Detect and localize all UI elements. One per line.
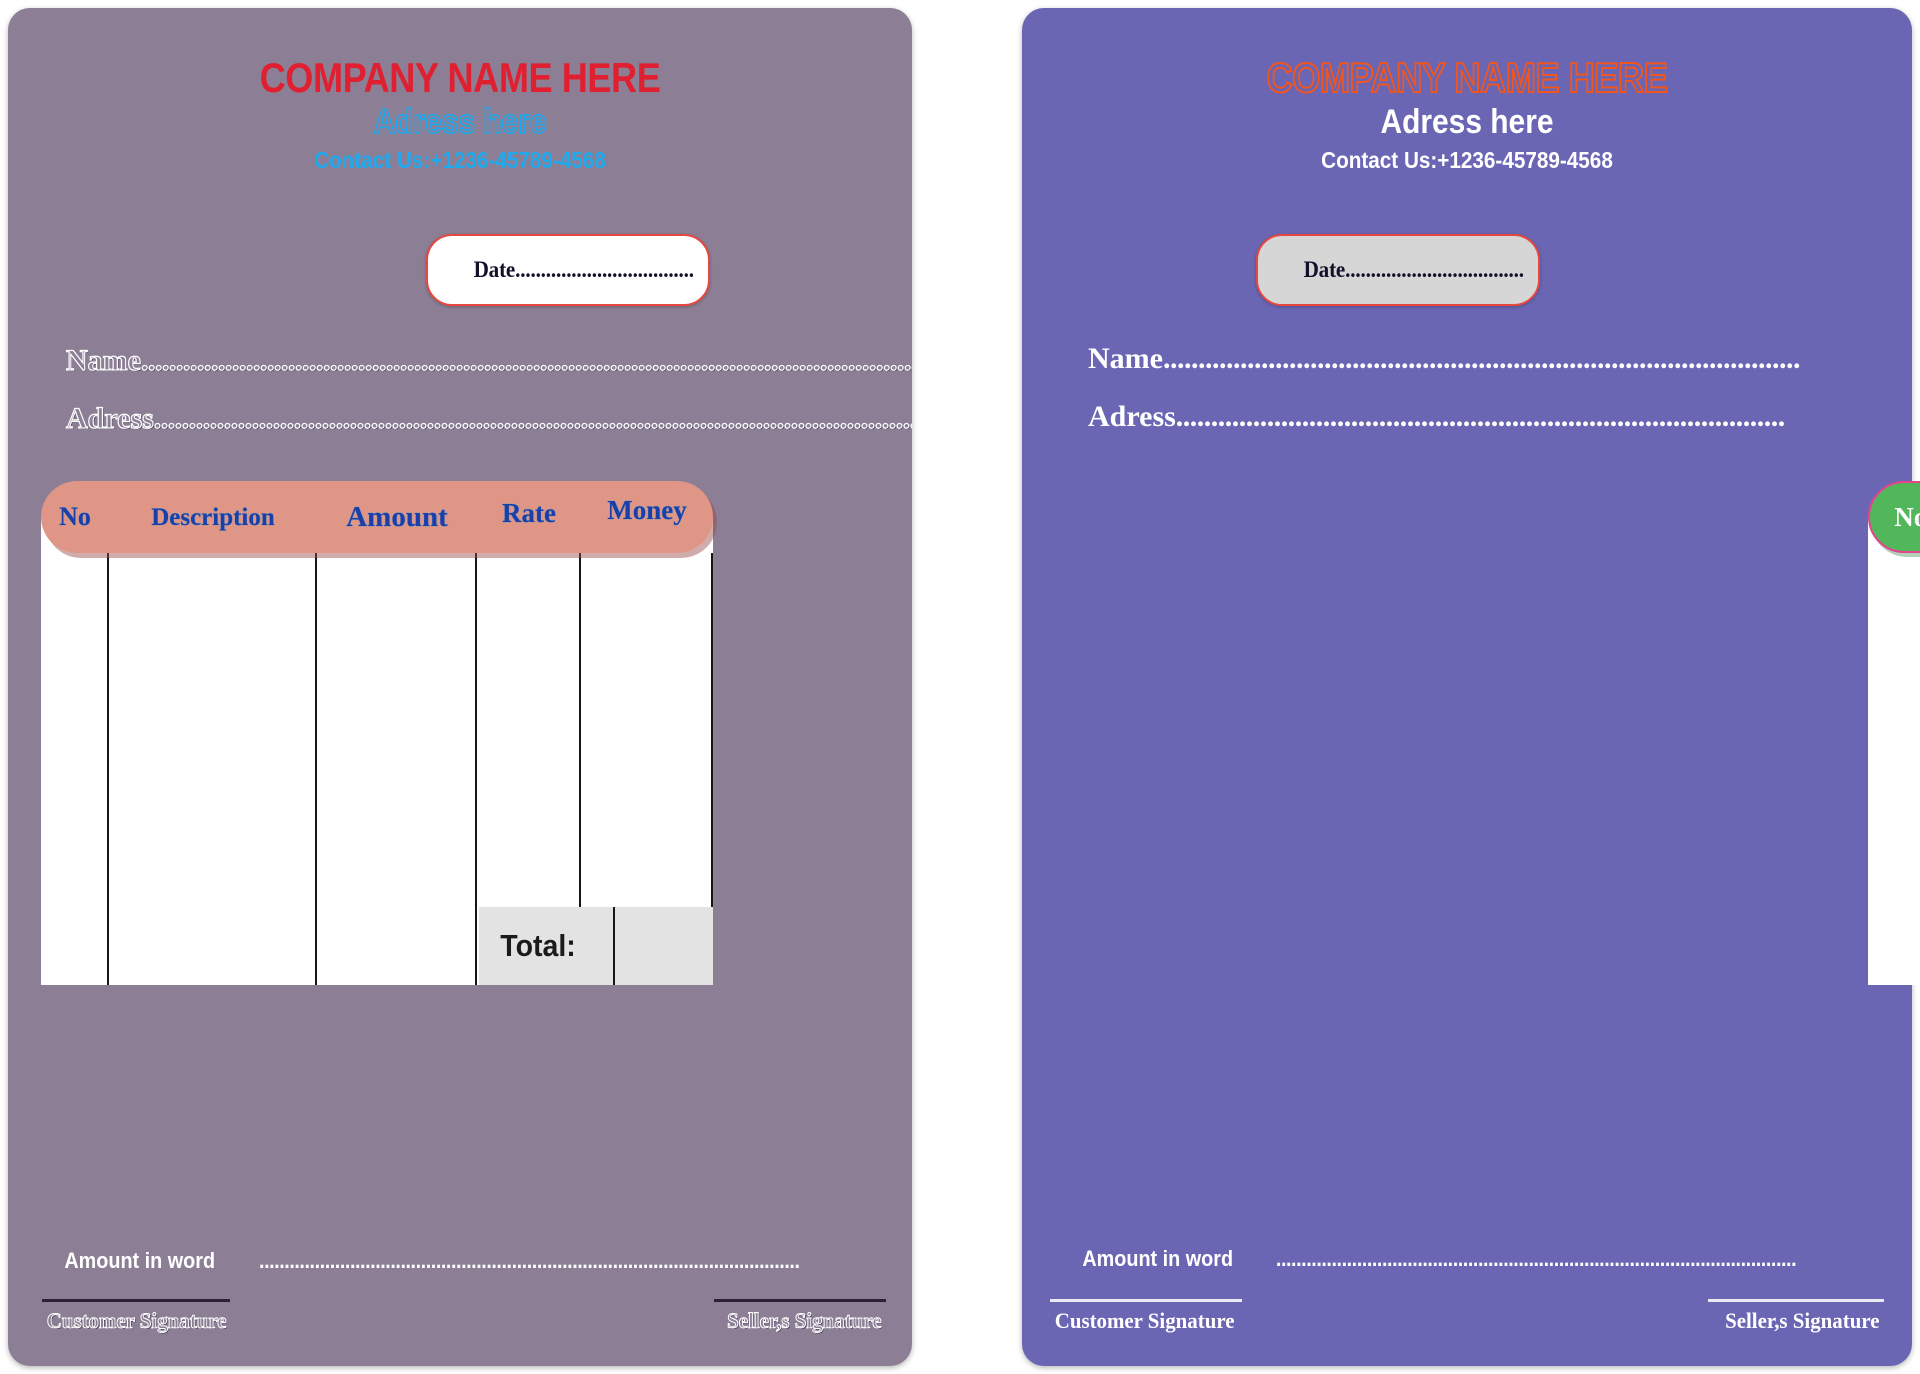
name-field-right-label: Name [1088, 342, 1163, 375]
company-contact-left: Contact Us:+1236-45789-4568 [314, 147, 606, 174]
items-table-left: No Description Amount Rate Money Total: [41, 481, 713, 985]
address-field-right[interactable]: Adress..................................… [1022, 400, 1912, 434]
address-field-right-dots: ........................................… [1175, 400, 1786, 433]
company-address-left: Adress here [373, 102, 547, 142]
date-field-right-label: Date................................... [1303, 257, 1524, 282]
items-table-left-body: Total: [41, 519, 713, 985]
customer-signature-rule-right [1050, 1299, 1242, 1302]
amount-in-word-left-label: Amount in word [64, 1248, 216, 1273]
seller-signature-rule-right [1708, 1299, 1884, 1302]
name-field-left[interactable]: Name....................................… [8, 344, 912, 378]
name-field-left-dots: ........................................… [140, 344, 912, 378]
customer-signature-left[interactable]: Customer Signature [42, 1299, 231, 1334]
name-field-left-label: Name [65, 344, 141, 378]
amount-in-word-right[interactable]: Amount in word .........................… [1022, 1246, 1912, 1272]
seller-signature-rule-left [714, 1299, 886, 1302]
column-header-rate-left: Rate [502, 497, 556, 528]
table-cell-no-right[interactable] [1868, 553, 1920, 985]
table-cell-rate-left[interactable] [477, 553, 581, 985]
date-field-left[interactable]: Date................................... [426, 234, 710, 306]
table-cell-description-left[interactable] [109, 553, 317, 985]
amount-in-word-right-dots: ........................................… [1275, 1246, 1797, 1271]
seller-signature-right[interactable]: Seller,s Signature [1708, 1299, 1884, 1334]
address-field-left[interactable]: Adress..................................… [8, 402, 912, 436]
invoice-card-right[interactable]: COMPANY NAME HERE Adress here Contact Us… [1022, 8, 1920, 1366]
column-header-no-left: No [59, 502, 91, 531]
seller-signature-label-right: Seller,s Signature [1725, 1308, 1880, 1333]
amount-in-word-right-label: Amount in word [1082, 1246, 1234, 1271]
items-table-left-header: No Description Amount Rate Money [41, 481, 713, 553]
column-header-description-left: Description [151, 503, 275, 531]
amount-in-word-left-dots: ........................................… [259, 1248, 800, 1273]
column-header-money-left: Money [607, 494, 687, 525]
date-field-right[interactable]: Date................................... [1256, 234, 1540, 306]
name-field-right-dots: ........................................… [1162, 342, 1801, 375]
column-header-amount-left: Amount [346, 500, 448, 533]
name-field-right[interactable]: Name....................................… [1022, 342, 1912, 376]
customer-signature-rule-left [42, 1299, 230, 1302]
invoice-card-left[interactable]: COMPANY NAME HERE Adress here Contact Us… [8, 8, 912, 1366]
company-name-left: COMPANY NAME HERE [259, 54, 661, 101]
company-name-right: COMPANY NAME HERE [1266, 54, 1669, 101]
column-header-no-right: No [1894, 501, 1920, 532]
seller-signature-label-left: Seller,s Signature [727, 1308, 882, 1334]
seller-signature-left[interactable]: Seller,s Signature [714, 1299, 886, 1334]
address-field-left-label: Adress [65, 402, 154, 436]
date-field-left-label: Date................................... [473, 257, 694, 282]
address-field-right-label: Adress [1088, 400, 1176, 433]
items-table-right: No Description Amount Rate Money Total: [1868, 481, 1920, 985]
screenshot-canvas: COMPANY NAME HERE Adress here Contact Us… [0, 0, 1920, 1374]
address-field-left-dots: ........................................… [153, 402, 912, 436]
table-cell-money-left[interactable] [581, 553, 713, 985]
company-address-right: Adress here [1380, 103, 1554, 142]
amount-in-word-left[interactable]: Amount in word .........................… [8, 1248, 912, 1274]
customer-signature-label-right: Customer Signature [1054, 1308, 1235, 1333]
customer-signature-right[interactable]: Customer Signature [1050, 1299, 1242, 1334]
table-cell-amount-left[interactable] [317, 553, 477, 985]
table-cell-no-left[interactable] [41, 553, 109, 985]
card-right-masthead: COMPANY NAME HERE Adress here Contact Us… [1022, 54, 1912, 174]
company-contact-right: Contact Us:+1236-45789-4568 [1321, 147, 1613, 174]
items-table-right-body: Total: [1868, 519, 1920, 985]
card-left-masthead: COMPANY NAME HERE Adress here Contact Us… [8, 54, 912, 174]
total-divider-left [613, 907, 615, 985]
customer-signature-label-left: Customer Signature [46, 1308, 227, 1334]
